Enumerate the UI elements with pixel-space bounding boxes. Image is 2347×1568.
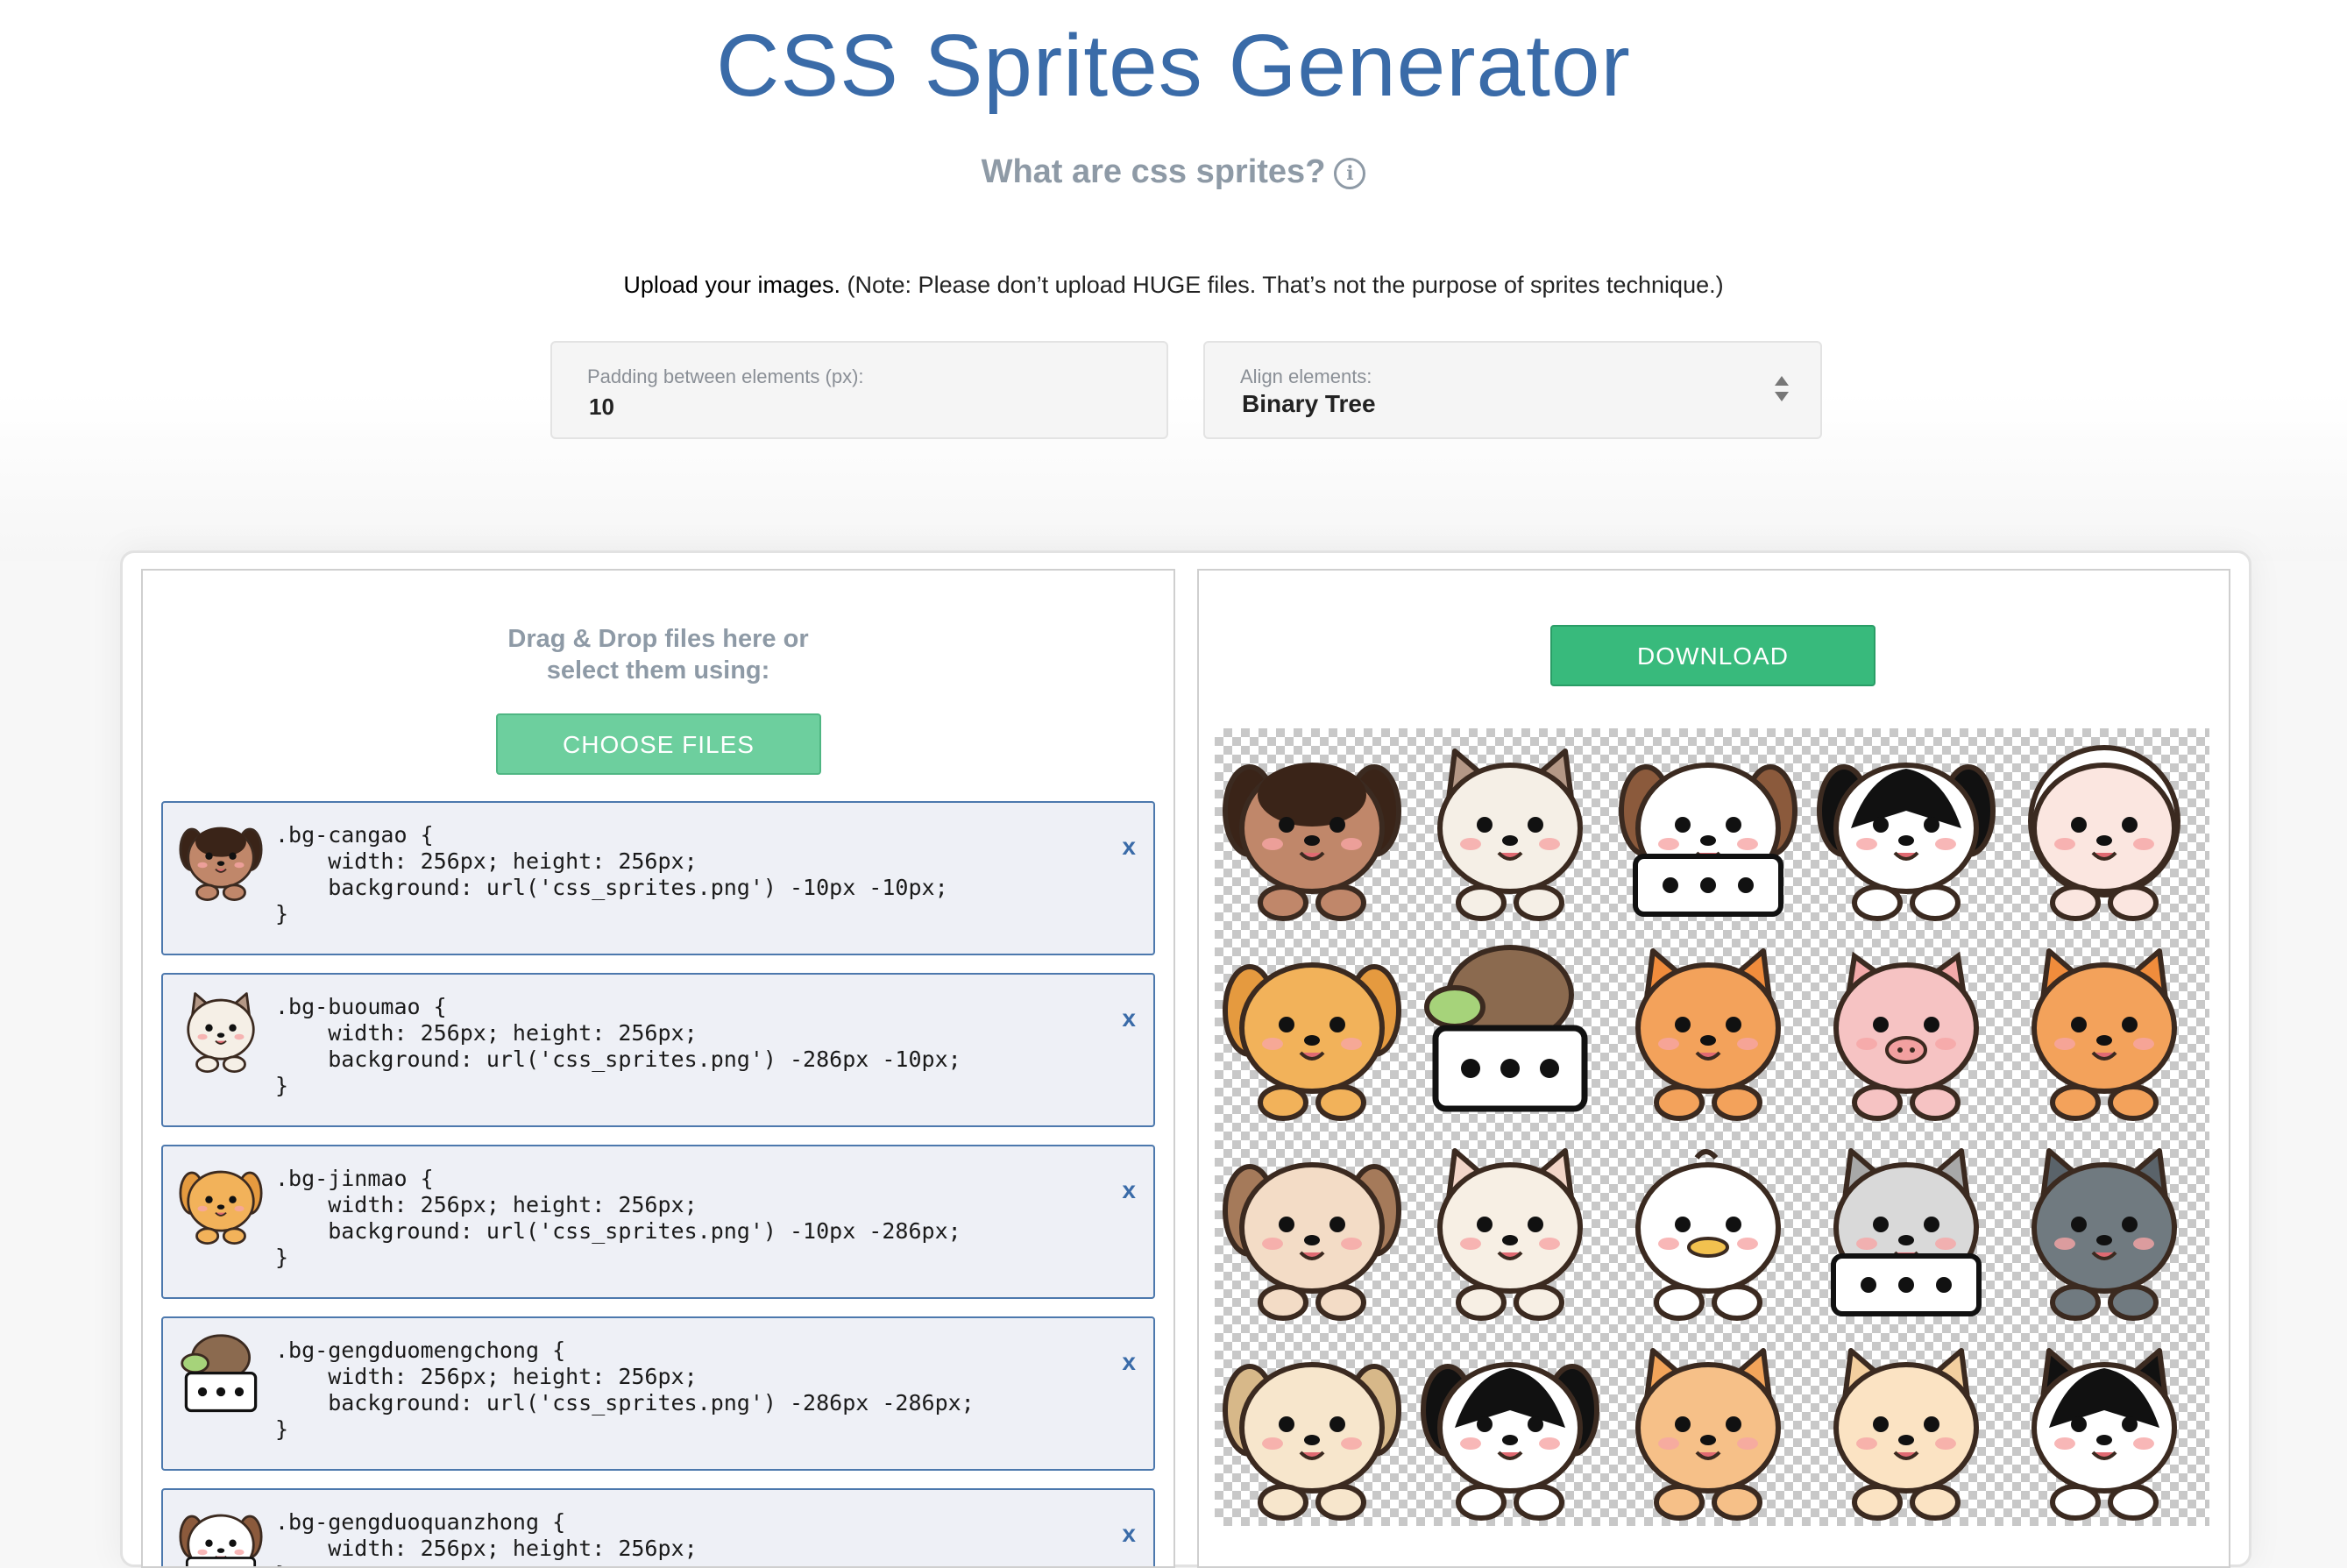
css-snippet: .bg-gengduomengchong { width: 256px; hei… [275,1337,975,1443]
rottweiler-sprite [1222,741,1402,921]
upload-note-strong: Upload your images. [623,272,840,298]
brown-dog-sprite [1222,1140,1402,1321]
puppy-icon [179,1504,263,1568]
bulldog-sprite [1420,1140,1600,1321]
css-snippet: .bg-buoumao { width: 256px; height: 256p… [275,994,961,1099]
remove-item-button[interactable]: x [1122,1176,1136,1204]
upload-note: Upload your images. (Note: Please don’t … [0,272,2347,299]
ragdoll-cat-icon [179,989,263,1073]
upload-panel[interactable]: Drag & Drop files here or select them us… [141,569,1175,1568]
sheep-sprite [2014,741,2195,921]
select-arrows-icon[interactable] [1775,376,1789,404]
remove-item-button[interactable]: x [1122,1520,1136,1548]
tabby-box-sprite [1816,1140,1996,1321]
sprite-sheet-preview [1215,728,2209,1526]
padding-input[interactable]: 10 [589,394,614,421]
css-snippet: .bg-jinmao { width: 256px; height: 256px… [275,1166,961,1271]
what-are-sprites-link[interactable]: What are css sprites? i [0,153,2347,191]
padding-label: Padding between elements (px): [587,365,864,388]
orange-cat-sprite [1618,1340,1798,1521]
uploaded-item: .bg-jinmao { width: 256px; height: 256px… [161,1145,1155,1299]
align-value[interactable]: Binary Tree [1242,390,1376,418]
download-button[interactable]: DOWNLOAD [1550,625,1875,686]
corgi-sprite [2014,940,2195,1121]
choose-files-button[interactable]: CHOOSE FILES [496,713,821,775]
page-title: CSS Sprites Generator [0,16,2347,117]
remove-item-button[interactable]: x [1122,1004,1136,1032]
align-label: Align elements: [1240,365,1372,388]
duck-sprite [1618,1140,1798,1321]
turtle-icon [179,1332,263,1416]
padding-field[interactable]: Padding between elements (px): 10 [550,341,1168,439]
align-select[interactable]: Align elements: Binary Tree [1203,341,1822,439]
remove-item-button[interactable]: x [1122,1348,1136,1376]
border-collie-sprite [1420,1340,1600,1521]
upload-note-text: (Note: Please don’t upload HUGE files. T… [840,272,1724,298]
rottweiler-puppy-icon [179,817,263,901]
beagle-sprite [1618,741,1798,921]
hamster-sprite [1222,1340,1402,1521]
drop-line-1: Drag & Drop files here or [143,623,1174,655]
css-snippet: .bg-cangao { width: 256px; height: 256px… [275,822,948,927]
golden-retriever-icon [179,1160,263,1245]
uploaded-item: .bg-cangao { width: 256px; height: 256px… [161,801,1155,955]
gray-cat-sprite [2014,1140,2195,1321]
uploaded-item: .bg-gengduomengchong { width: 256px; hei… [161,1316,1155,1471]
uploaded-item: .bg-gengduoquanzhong { width: 256px; hei… [161,1488,1155,1568]
css-snippet: .bg-gengduoquanzhong { width: 256px; hei… [275,1509,698,1568]
remove-item-button[interactable]: x [1122,833,1136,861]
tuxedo-cat-sprite [2014,1340,2195,1521]
husky-sprite [1816,741,1996,921]
info-icon[interactable]: i [1334,158,1365,189]
what-are-sprites-label: What are css sprites? [982,153,1326,190]
pig-sprite [1816,940,1996,1121]
ragdoll-cat-sprite [1420,741,1600,921]
drop-line-2: select them using: [143,655,1174,686]
preview-panel: DOWNLOAD [1197,569,2230,1568]
uploaded-item: .bg-buoumao { width: 256px; height: 256p… [161,973,1155,1127]
pomeranian-sprite [1816,1340,1996,1521]
turtle-sprite [1420,940,1600,1121]
drop-zone-text: Drag & Drop files here or select them us… [143,623,1174,686]
golden-retriever-sprite [1222,940,1402,1121]
shiba-sprite [1618,940,1798,1121]
